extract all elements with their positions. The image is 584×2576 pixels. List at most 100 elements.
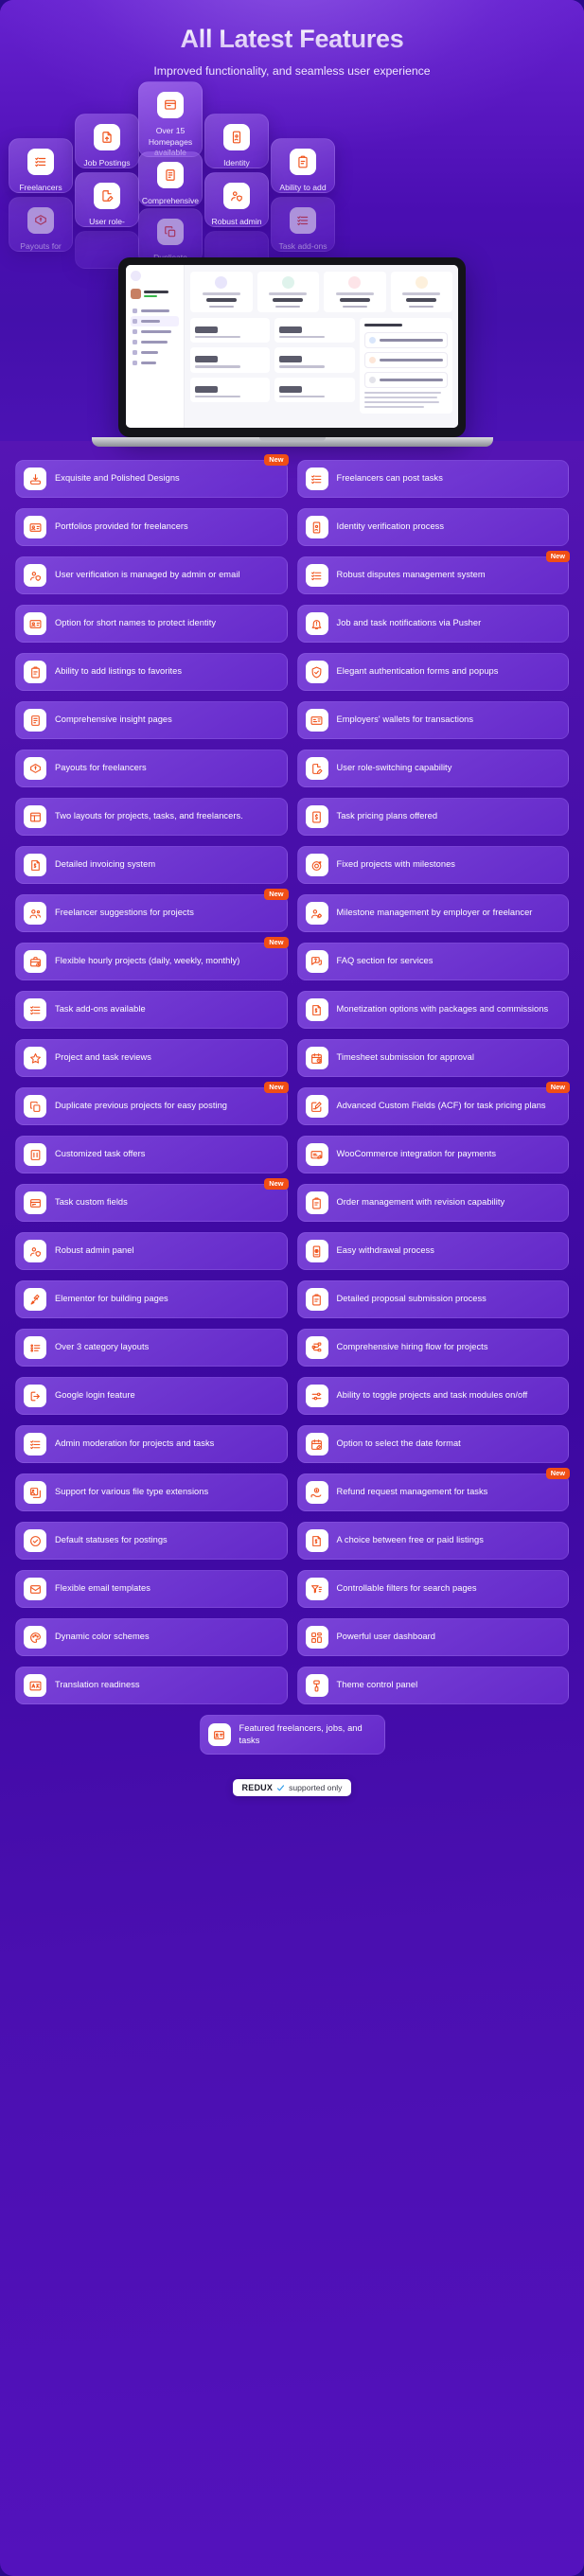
mock-payout-option — [363, 352, 448, 368]
feature-label: Fixed projects with milestones — [336, 859, 456, 870]
feature-item[interactable]: A choice between free or paid listings — [296, 1522, 569, 1560]
feature-label: Exquisite and Polished Designs — [55, 473, 180, 484]
hero-card-identity-verification[interactable]: Identity verification process — [204, 114, 269, 168]
feature-label: Translation readiness — [55, 1680, 140, 1690]
feature-item[interactable]: Two layouts for projects, tasks, and fre… — [15, 798, 288, 836]
feature-item[interactable]: Payouts for freelancers — [15, 750, 288, 787]
feature-item[interactable]: Fixed projects with milestones — [296, 846, 569, 884]
hero-card-payouts[interactable]: Payouts for freelancers — [9, 197, 73, 252]
feature-item[interactable]: Easy withdrawal process — [296, 1232, 569, 1270]
feature-item[interactable]: Duplicate previous projects for easy pos… — [15, 1082, 289, 1125]
footer: REDUX supported only — [15, 1755, 569, 1812]
feature-item[interactable]: Task custom fields New — [15, 1178, 289, 1222]
mock-logo-icon — [131, 271, 141, 281]
feature-item[interactable]: Monetization options with packages and c… — [296, 991, 569, 1029]
feature-item[interactable]: Detailed invoicing system — [15, 846, 288, 884]
hero-card-homepages[interactable]: Over 15 Homepages available — [138, 81, 203, 157]
feature-label: Two layouts for projects, tasks, and fre… — [55, 811, 243, 821]
feature-item[interactable]: Ability to toggle projects and task modu… — [296, 1377, 569, 1415]
clipboard-icon — [305, 1288, 328, 1311]
checklist-icon — [290, 207, 316, 234]
feature-item[interactable]: Freelancer suggestions for projects New — [15, 889, 289, 932]
feature-label: WooCommerce integration for payments — [336, 1149, 497, 1159]
feature-item[interactable]: FAQ section for services — [296, 943, 569, 980]
feature-item[interactable]: Job and task notifications via Pusher — [296, 605, 569, 643]
hero-card-duplicate-previous[interactable]: Duplicate previous — [138, 208, 203, 263]
hero-card-job-postings[interactable]: Job Postings functionality — [75, 114, 139, 168]
hero-card-task-addons[interactable]: Task add-ons available — [271, 197, 335, 252]
hero-card-admin-panel[interactable]: Robust admin panel — [204, 172, 269, 227]
hero-card-label: Job Postings functionality — [83, 158, 131, 168]
feature-item-featured[interactable]: Featured freelancers, jobs, and tasks — [199, 1715, 385, 1756]
feature-item[interactable]: Google login feature — [15, 1377, 288, 1415]
id-badge-icon — [223, 124, 250, 150]
feature-item[interactable]: Timesheet submission for approval — [296, 1039, 569, 1077]
feature-item[interactable]: Support for various file type extensions — [15, 1473, 288, 1511]
new-badge: New — [264, 937, 289, 948]
login-arrow-icon — [24, 1385, 46, 1407]
page-title: All Latest Features — [0, 0, 584, 54]
feature-item[interactable]: Order management with revision capabilit… — [296, 1184, 569, 1222]
feature-item[interactable]: Controllable filters for search pages — [296, 1570, 569, 1608]
list-icon — [24, 1336, 46, 1359]
feature-item[interactable]: Theme control panel — [296, 1667, 569, 1704]
new-badge: New — [545, 551, 570, 562]
feature-item[interactable]: WooCommerce integration for payments — [296, 1136, 569, 1173]
feature-label: Robust disputes management system — [336, 570, 486, 580]
feature-item[interactable]: Default statuses for postings — [15, 1522, 288, 1560]
toggle-sliders-icon — [305, 1385, 328, 1407]
laptop-base — [91, 437, 493, 447]
feature-item[interactable]: Flexible hourly projects (daily, weekly,… — [15, 937, 289, 980]
features-grid: Exquisite and Polished Designs New Freelan… — [15, 454, 570, 1704]
feature-item[interactable]: User role-switching capability — [296, 750, 569, 787]
feature-item[interactable]: Comprehensive hiring flow for projects — [296, 1329, 569, 1367]
feature-item[interactable]: Robust admin panel — [15, 1232, 288, 1270]
feature-item[interactable]: Admin moderation for projects and tasks — [15, 1425, 288, 1463]
feature-item[interactable]: Comprehensive insight pages — [15, 701, 288, 739]
feature-item[interactable]: Employers' wallets for transactions — [296, 701, 569, 739]
id-card-icon — [24, 516, 46, 538]
hero-card-role-switching[interactable]: User role-switching capability — [75, 172, 139, 227]
feature-item[interactable]: Dynamic color schemes — [15, 1618, 288, 1656]
feature-item[interactable]: Over 3 category layouts — [15, 1329, 288, 1367]
translate-icon — [24, 1674, 46, 1697]
feature-label: Refund request management for tasks — [336, 1487, 488, 1497]
checklist-icon — [24, 1433, 46, 1456]
feature-item[interactable]: Detailed proposal submission process — [296, 1280, 569, 1318]
feature-item[interactable]: Translation readiness — [15, 1667, 288, 1704]
feature-label: Option to select the date format — [336, 1438, 461, 1449]
feature-item[interactable]: Exquisite and Polished Designs New — [15, 454, 289, 498]
target-icon — [305, 854, 328, 876]
feature-item[interactable]: Identity verification process — [296, 508, 569, 546]
clipboard-icon — [290, 149, 316, 175]
feature-item[interactable]: Option to select the date format — [296, 1425, 569, 1463]
feature-item[interactable]: Freelancers can post tasks — [296, 460, 569, 498]
feature-item[interactable]: User verification is managed by admin or… — [15, 556, 288, 594]
feature-item[interactable]: Customized task offers — [15, 1136, 288, 1173]
copy-icon — [24, 1095, 46, 1118]
feature-item[interactable]: Powerful user dashboard — [296, 1618, 569, 1656]
feature-item[interactable]: Project and task reviews — [15, 1039, 288, 1077]
page-subtitle: Improved functionality, and seamless use… — [153, 64, 431, 78]
feature-item[interactable]: Task add-ons available — [15, 991, 288, 1029]
feature-item[interactable]: Milestone management by employer or free… — [296, 894, 569, 932]
hero-card-freelancers-post-tasks[interactable]: Freelancers can post tasks — [9, 138, 73, 193]
feature-item[interactable]: Task pricing plans offered — [296, 798, 569, 836]
feature-item[interactable]: Portfolios provided for freelancers — [15, 508, 288, 546]
feature-item[interactable]: Ability to add listings to favorites — [15, 653, 288, 691]
feature-item[interactable]: Elementor for building pages — [15, 1280, 288, 1318]
feature-item[interactable]: Flexible email templates — [15, 1570, 288, 1608]
mock-metric-cell — [274, 377, 355, 402]
feature-item[interactable]: Refund request management for tasks New — [296, 1468, 570, 1511]
shield-check-icon — [305, 661, 328, 683]
feature-item[interactable]: Advanced Custom Fields (ACF) for task pr… — [296, 1082, 570, 1125]
feature-item[interactable]: Elegant authentication forms and popups — [296, 653, 569, 691]
hero-card-label: Identity verification process — [223, 158, 250, 168]
hero-card-insight-pages[interactable]: Comprehensive insight pages — [138, 151, 203, 206]
hero-card-favorites[interactable]: Ability to add listings to favorites — [271, 138, 335, 193]
feature-item[interactable]: Option for short names to protect identi… — [15, 605, 288, 643]
mock-sidebar-item — [131, 316, 179, 326]
feature-item[interactable]: Robust disputes management system New — [296, 551, 570, 594]
document-lines-icon — [157, 162, 184, 188]
mock-sidebar-item — [131, 326, 179, 337]
